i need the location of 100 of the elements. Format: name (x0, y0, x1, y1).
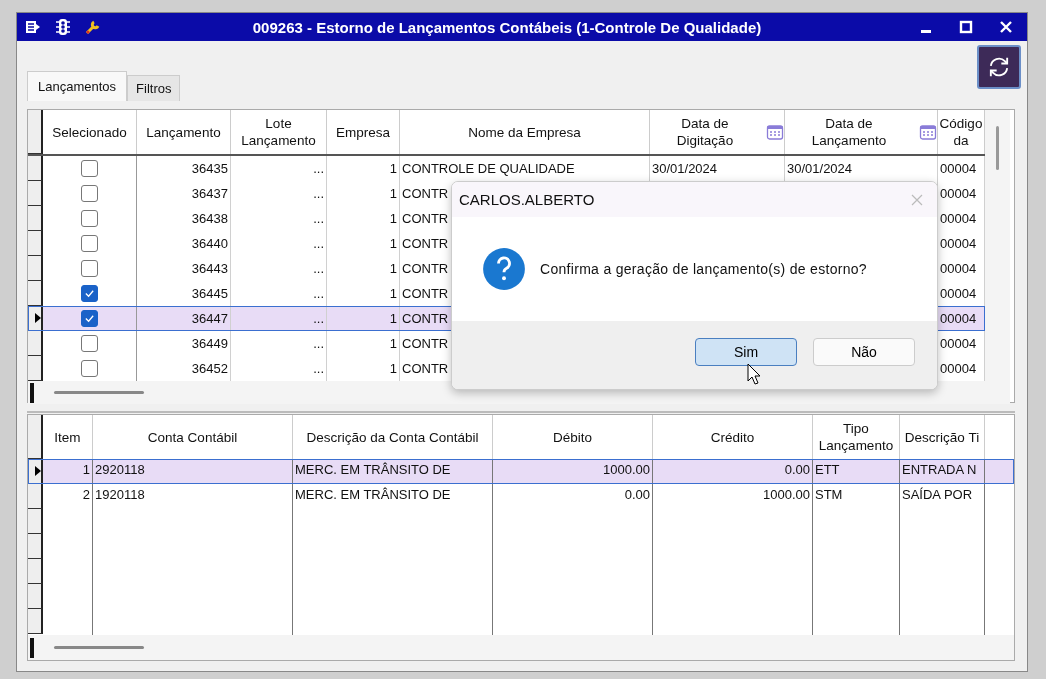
window-title: 009263 - Estorno de Lançamentos Contábeis (1-Controle De Qualidade) (251, 18, 763, 36)
table-cell: 36440 (191, 236, 228, 251)
row-header[interactable] (28, 484, 43, 509)
column-header: Descrição da Conta Contábil (305, 428, 480, 446)
table-cell: STM (815, 487, 843, 502)
column-header: Data de Lançamento (810, 115, 888, 149)
table-cell: ... (313, 361, 324, 376)
table-cell: 1 (389, 361, 397, 376)
table-cell: 36437 (191, 186, 228, 201)
column-header: Conta Contábil (146, 428, 239, 446)
table-cell: 1 (389, 211, 397, 226)
grid-row[interactable]: 2 1920118 MERC. EM TRÂNSITO DE 0.00 1000.00 STM SAÍDA POR (28, 484, 1014, 509)
table-cell: 30/01/2024 (652, 161, 718, 176)
row-header[interactable] (28, 256, 43, 281)
table-cell: 00004 (940, 336, 977, 351)
table-cell: SAÍDA POR (902, 487, 973, 502)
table-cell: 1 (389, 236, 397, 251)
mouse-cursor-icon (747, 363, 761, 385)
row-header[interactable] (28, 206, 43, 231)
row-header (28, 584, 43, 609)
table-cell: 1 (389, 261, 397, 276)
row-header[interactable] (28, 459, 43, 484)
table-cell: CONTR (402, 211, 449, 226)
scrollbar[interactable] (985, 110, 1010, 381)
traffic-light-icon[interactable] (55, 18, 71, 36)
table-cell: 00004 (940, 361, 977, 376)
scrollbar-thumb[interactable] (996, 126, 999, 170)
table-cell: 1000.00 (603, 462, 650, 477)
table-cell: ... (313, 161, 324, 176)
table-cell: CONTR (402, 361, 449, 376)
row-header[interactable] (28, 281, 43, 306)
row-header (28, 509, 43, 534)
checkbox[interactable] (81, 185, 98, 202)
maximize-icon[interactable] (959, 20, 973, 34)
dialog-message: Confirma a geração de lançamento(s) de estorno? (540, 261, 867, 277)
refresh-button[interactable] (977, 45, 1021, 89)
scroll-marker (30, 382, 34, 403)
table-cell: 1 (389, 186, 397, 201)
tab[interactable]: Filtros (127, 75, 181, 101)
row-header[interactable] (28, 331, 43, 356)
checkbox[interactable] (81, 360, 98, 377)
column-header: Código da (938, 115, 984, 149)
calendar-icon[interactable] (919, 123, 937, 141)
column-header: Data de Digitação (675, 115, 735, 149)
tab[interactable]: Lançamentos (27, 71, 128, 101)
table-cell: 00004 (940, 211, 977, 226)
table-cell: CONTR (402, 286, 449, 301)
wrench-icon[interactable] (85, 19, 101, 35)
row-header[interactable] (28, 306, 43, 331)
row-header (28, 534, 43, 559)
table-cell: 2920118 (95, 462, 145, 477)
scrollbar-thumb[interactable] (54, 391, 144, 394)
column-header: Débito (552, 428, 593, 446)
table-cell: 36449 (191, 336, 228, 351)
row-header (28, 609, 43, 634)
table-cell: 36443 (191, 261, 228, 276)
column-header: Nome da Empresa (467, 123, 582, 141)
table-cell: ... (313, 236, 324, 251)
scrollbar[interactable] (28, 635, 1014, 660)
checkbox[interactable] (81, 160, 98, 177)
checkbox[interactable] (81, 210, 98, 227)
table-cell: MERC. EM TRÂNSITO DE (295, 462, 451, 477)
table-cell: ... (313, 211, 324, 226)
row-header[interactable] (28, 181, 43, 206)
table-cell: ... (313, 286, 324, 301)
table-cell: 36452 (191, 361, 228, 376)
scrollbar-thumb[interactable] (54, 646, 144, 649)
column-header: Lançamento (145, 123, 222, 141)
table-cell: ENTRADA N (902, 462, 977, 477)
table-cell: 36438 (191, 211, 228, 226)
table-cell: 00004 (940, 161, 977, 176)
dialog-button[interactable]: Sim (695, 338, 797, 366)
table-cell: 1000.00 (763, 487, 810, 502)
table-cell: ... (313, 336, 324, 351)
checkmark-icon (84, 288, 95, 299)
table-cell: CONTR (402, 336, 449, 351)
table-cell: CONTR (402, 311, 449, 326)
table-cell: ... (313, 261, 324, 276)
checkbox[interactable] (81, 335, 98, 352)
checkbox[interactable] (81, 235, 98, 252)
calendar-icon[interactable] (766, 123, 784, 141)
column-header: Item (53, 428, 82, 446)
list-icon[interactable] (25, 19, 41, 35)
table-cell: 36445 (191, 286, 228, 301)
table-cell: CONTROLE DE QUALIDADE (402, 161, 575, 176)
row-header[interactable] (28, 356, 43, 381)
checkbox[interactable] (81, 285, 98, 302)
grid-row[interactable]: 1 2920118 MERC. EM TRÂNSITO DE 1000.00 0.00 ETT ENTRADA N (28, 459, 1014, 484)
column-header: Selecionado (51, 123, 128, 141)
row-pointer-icon (35, 313, 41, 323)
dialog-button[interactable]: Não (813, 338, 915, 366)
column-header: Crédito (709, 428, 756, 446)
checkbox[interactable] (81, 260, 98, 277)
row-header (28, 559, 43, 584)
row-header[interactable] (28, 231, 43, 256)
checkbox[interactable] (81, 310, 98, 327)
table-cell: 1 (389, 336, 397, 351)
table-cell: 00004 (940, 286, 977, 301)
row-pointer-icon (35, 466, 41, 476)
row-header[interactable] (28, 156, 43, 181)
